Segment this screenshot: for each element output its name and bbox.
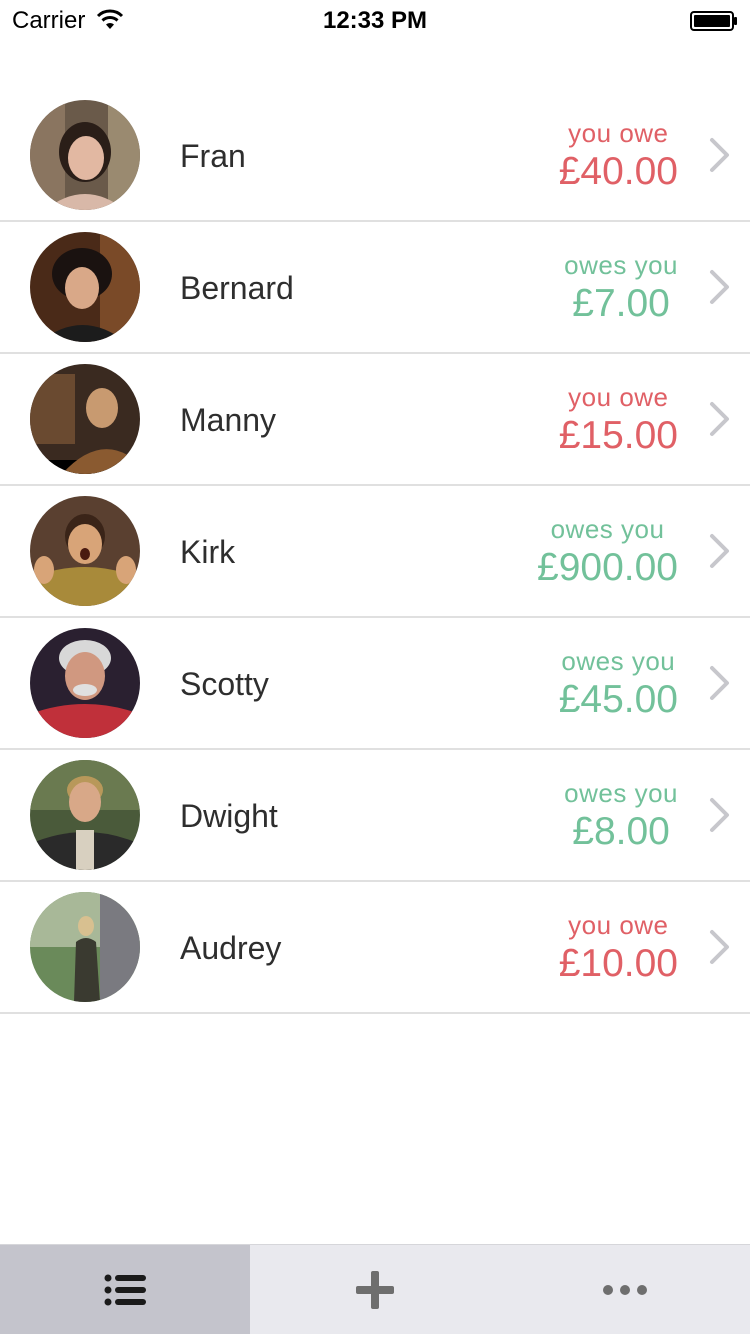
balance: owes you £7.00 xyxy=(564,250,678,328)
avatar xyxy=(30,364,140,474)
balance-amount: £15.00 xyxy=(558,414,678,457)
balance: you owe £15.00 xyxy=(559,382,678,460)
balance-status: owes you xyxy=(564,250,678,280)
balance-status: you owe xyxy=(568,118,669,148)
friend-list: Fran you owe £40.00 Bernard owes you £7.… xyxy=(0,90,750,1014)
avatar xyxy=(30,100,140,210)
friend-name: Fran xyxy=(180,138,246,174)
friend-name: Dwight xyxy=(180,798,278,834)
balance-amount: £45.00 xyxy=(558,678,678,721)
balance: owes you £45.00 xyxy=(559,646,678,724)
list-item[interactable]: Fran you owe £40.00 xyxy=(0,90,750,222)
balance-amount: £8.00 xyxy=(572,810,670,853)
list-item[interactable]: Kirk owes you £900.00 xyxy=(0,486,750,618)
battery-icon xyxy=(690,11,737,31)
list-item[interactable]: Audrey you owe £10.00 xyxy=(0,882,750,1014)
chevron-right-icon xyxy=(710,402,729,436)
chevron-right-icon xyxy=(710,534,729,568)
balance: you owe £10.00 xyxy=(559,910,678,988)
avatar xyxy=(30,628,140,738)
avatar xyxy=(30,232,140,342)
list-item[interactable]: Scotty owes you £45.00 xyxy=(0,618,750,750)
tab-list[interactable] xyxy=(0,1245,250,1334)
balance: owes you £8.00 xyxy=(564,778,678,856)
chevron-right-icon xyxy=(710,138,729,172)
balance-status: you owe xyxy=(568,382,669,412)
balance-amount: £10.00 xyxy=(558,942,678,985)
plus-icon xyxy=(356,1270,394,1309)
balance: owes you £900.00 xyxy=(537,514,678,592)
clock: 12:33 PM xyxy=(322,7,428,34)
friend-name: Manny xyxy=(180,402,277,438)
friend-name: Bernard xyxy=(180,270,294,306)
avatar xyxy=(30,760,140,870)
avatar xyxy=(30,892,140,1002)
avatar xyxy=(30,496,140,606)
list-item[interactable]: Dwight owes you £8.00 xyxy=(0,750,750,882)
balance-status: owes you xyxy=(550,514,665,544)
tab-bar xyxy=(0,1244,750,1334)
balance-status: owes you xyxy=(561,646,676,676)
friend-name: Scotty xyxy=(180,666,269,702)
chevron-right-icon xyxy=(710,270,729,304)
friend-name: Audrey xyxy=(180,930,282,966)
list-item[interactable]: Bernard owes you £7.00 xyxy=(0,222,750,354)
friend-name: Kirk xyxy=(180,534,236,570)
balance-amount: £900.00 xyxy=(537,546,678,589)
balance-status: owes you xyxy=(564,778,678,808)
chevron-right-icon xyxy=(710,666,729,700)
tab-more[interactable] xyxy=(500,1245,750,1334)
balance: you owe £40.00 xyxy=(559,118,678,196)
list-icon xyxy=(104,1274,146,1305)
tab-add[interactable] xyxy=(250,1245,500,1334)
status-bar: Carrier 12:33 PM xyxy=(0,0,750,42)
balance-amount: £7.00 xyxy=(572,282,670,325)
chevron-right-icon xyxy=(710,798,729,832)
more-icon xyxy=(603,1284,647,1295)
balance-status: you owe xyxy=(568,910,669,940)
list-item[interactable]: Manny you owe £15.00 xyxy=(0,354,750,486)
chevron-right-icon xyxy=(710,930,729,964)
balance-amount: £40.00 xyxy=(558,150,678,193)
